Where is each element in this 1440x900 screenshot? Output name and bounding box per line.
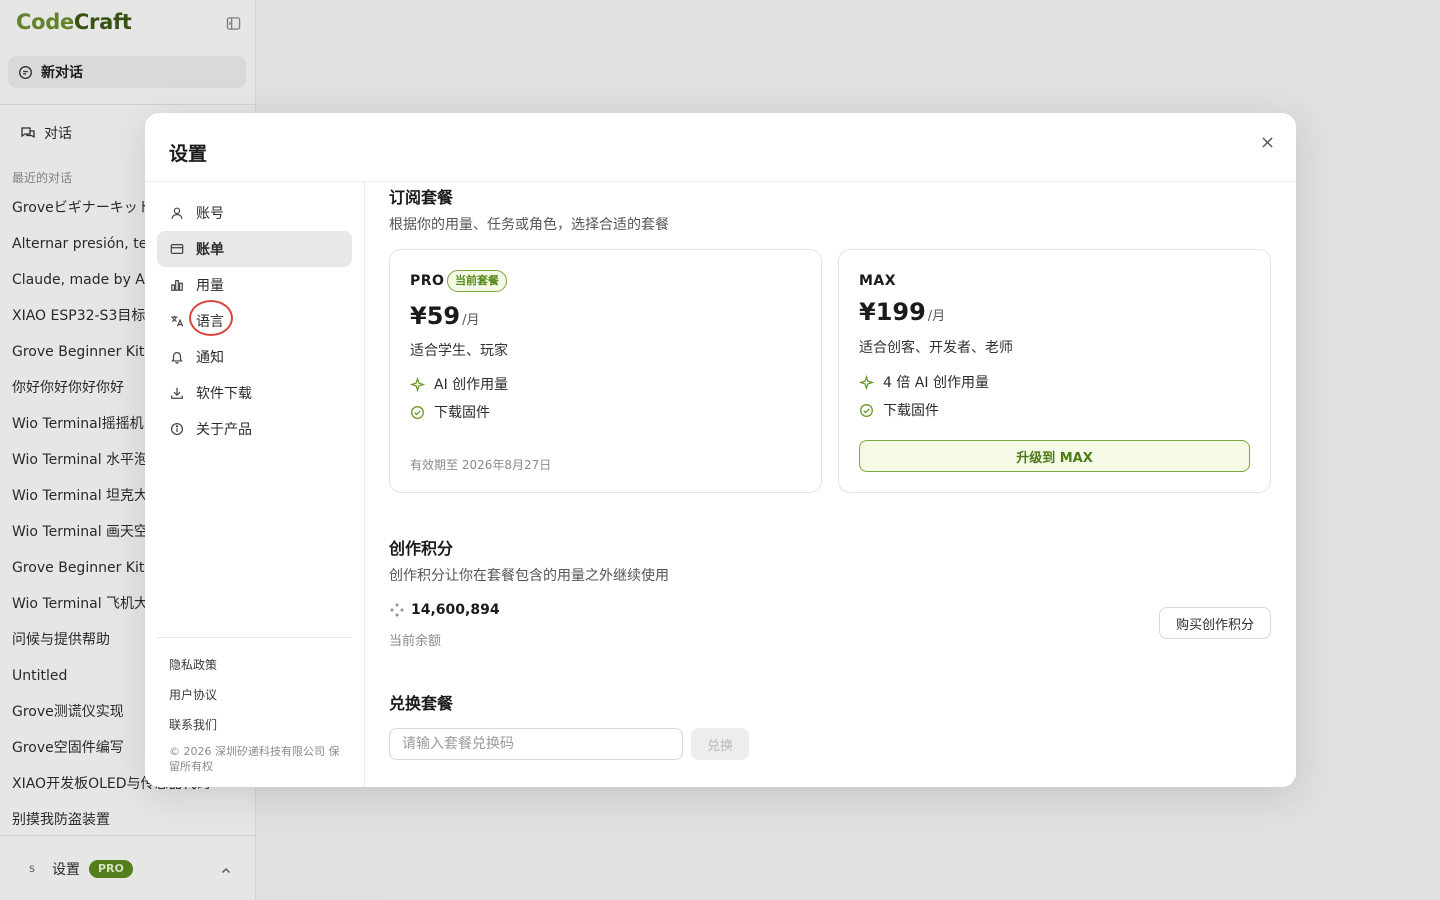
credits-icon xyxy=(390,603,404,617)
sparkle-icon xyxy=(410,376,425,392)
plan-name: PRO xyxy=(410,273,445,289)
plan-feature: 下载固件 xyxy=(410,403,490,421)
plan-price: ¥199/月 xyxy=(859,298,945,326)
credit-card-icon xyxy=(170,244,184,254)
settings-nav-notifications[interactable]: 通知 xyxy=(157,339,352,375)
nav-label: 用量 xyxy=(196,278,224,294)
subscription-title: 订阅套餐 xyxy=(389,188,454,207)
price-period: /月 xyxy=(462,313,480,328)
sparkle-icon xyxy=(859,374,874,390)
settings-nav-downloads[interactable]: 软件下载 xyxy=(157,375,352,411)
redeem-button[interactable]: 兑换 xyxy=(691,728,749,760)
copyright-text: © 2026 深圳矽递科技有限公司 保留所有权 xyxy=(169,745,340,773)
price-period: /月 xyxy=(927,309,946,324)
price-amount: ¥59 xyxy=(410,302,461,330)
feature-label: 下载固件 xyxy=(883,403,939,419)
nav-label: 账单 xyxy=(196,242,224,258)
plan-card-max: MAX ¥199/月 适合创客、开发者、老师 4 倍 AI 创作用量 下载固件 … xyxy=(838,249,1271,493)
redeem-code-input[interactable] xyxy=(389,728,683,760)
close-icon[interactable] xyxy=(1258,133,1276,151)
nav-label: 通知 xyxy=(196,350,224,366)
settings-nav-usage[interactable]: 用量 xyxy=(157,267,352,303)
feature-label: 下载固件 xyxy=(434,405,490,421)
plan-feature: AI 创作用量 xyxy=(410,375,508,393)
settings-nav-account[interactable]: 账号 xyxy=(157,195,352,231)
current-plan-badge: 当前套餐 xyxy=(447,270,507,292)
settings-modal: 设置 账号 账单 用量 语言 通知 软件下载 关于产品 隐私政策 用户协议 联系… xyxy=(145,113,1296,787)
nav-label: 软件下载 xyxy=(196,386,252,402)
credits-desc: 创作积分让你在套餐包含的用量之外继续使用 xyxy=(389,568,669,584)
modal-title: 设置 xyxy=(169,143,208,165)
plan-card-pro: PRO 当前套餐 ¥59/月 适合学生、玩家 AI 创作用量 下载固件 有效期至… xyxy=(389,249,822,493)
download-icon xyxy=(171,387,183,399)
bar-chart-icon xyxy=(171,280,183,291)
settings-nav: 账号 账单 用量 语言 通知 软件下载 关于产品 隐私政策 用户协议 联系我们 … xyxy=(145,182,365,787)
plan-name: MAX xyxy=(859,273,897,289)
subscription-desc: 根据你的用量、任务或角色，选择合适的套餐 xyxy=(389,217,669,233)
feature-label: 4 倍 AI 创作用量 xyxy=(883,375,989,391)
plan-desc: 适合创客、开发者、老师 xyxy=(859,340,1013,356)
bell-icon xyxy=(171,352,183,364)
user-icon xyxy=(171,207,183,219)
settings-nav-about[interactable]: 关于产品 xyxy=(157,411,352,447)
price-amount: ¥199 xyxy=(859,298,926,326)
nav-label: 账号 xyxy=(196,206,224,222)
translate-icon xyxy=(171,315,184,327)
highlight-ring xyxy=(189,300,233,336)
settings-nav-language[interactable]: 语言 xyxy=(157,303,352,339)
upgrade-to-max-button[interactable]: 升级到 MAX xyxy=(859,440,1250,472)
plan-price: ¥59/月 xyxy=(410,302,480,330)
plan-desc: 适合学生、玩家 xyxy=(410,343,508,359)
nav-footer-divider xyxy=(157,637,352,638)
privacy-policy-link[interactable]: 隐私政策 xyxy=(169,656,217,673)
nav-label: 关于产品 xyxy=(196,422,252,438)
feature-label: AI 创作用量 xyxy=(434,377,509,393)
credits-balance-value: 14,600,894 xyxy=(411,602,500,618)
info-icon xyxy=(170,422,184,436)
credits-balance: 14,600,894 xyxy=(389,601,500,619)
redeem-title: 兑换套餐 xyxy=(389,694,454,713)
contact-us-link[interactable]: 联系我们 xyxy=(169,716,217,733)
settings-nav-billing[interactable]: 账单 xyxy=(157,231,352,267)
balance-label: 当前余额 xyxy=(389,634,442,649)
credits-title: 创作积分 xyxy=(389,539,454,558)
plan-feature: 下载固件 xyxy=(859,401,939,419)
billing-content[interactable]: 订阅套餐 根据你的用量、任务或角色，选择合适的套餐 PRO 当前套餐 ¥59/月… xyxy=(366,182,1296,787)
plan-feature: 4 倍 AI 创作用量 xyxy=(859,373,989,391)
plan-valid-until: 有效期至 2026年8月27日 xyxy=(410,458,552,472)
user-agreement-link[interactable]: 用户协议 xyxy=(169,686,217,703)
check-circle-icon xyxy=(860,403,873,417)
buy-credits-button[interactable]: 购买创作积分 xyxy=(1159,607,1271,639)
check-circle-icon xyxy=(411,405,424,419)
